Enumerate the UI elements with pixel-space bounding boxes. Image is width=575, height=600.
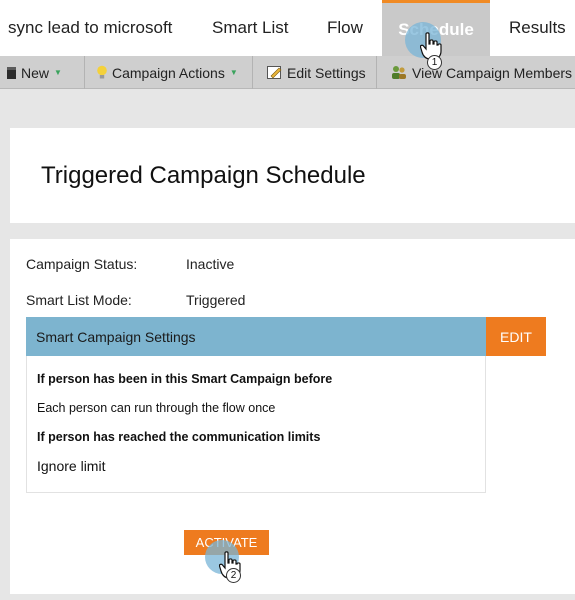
step-badge-1: 1 [427,55,442,70]
toolbar-divider [376,56,377,89]
campaign-actions-button[interactable]: Campaign Actions ▼ [96,56,238,89]
campaign-actions-caret-icon: ▼ [229,68,238,77]
tab-flow[interactable]: Flow [327,0,363,56]
page-title: Triggered Campaign Schedule [41,161,366,189]
smart-list-mode-label: Smart List Mode: [26,292,132,308]
qualification-rule-heading: If person has been in this Smart Campaig… [37,372,333,386]
step-badge-2: 2 [226,568,241,583]
qualification-rule-value: Each person can run through the flow onc… [37,401,276,415]
new-label: New [21,64,50,81]
communication-limit-value: Ignore limit [37,458,106,474]
new-menu-button[interactable]: New ▼ [6,56,62,89]
toolbar-divider [252,56,253,89]
smart-list-mode-value: Triggered [186,292,246,308]
tab-smart-list[interactable]: Smart List [212,0,289,56]
toolbar-divider [84,56,85,89]
new-icon [6,66,17,80]
edit-settings-button[interactable]: Edit Settings [267,56,366,89]
cursor-step-1: 1 [405,22,455,77]
smart-campaign-settings-body: If person has been in this Smart Campaig… [26,356,486,493]
smart-list-mode-row: Smart List Mode: Triggered [10,292,575,310]
campaign-status-value: Inactive [186,256,235,272]
smart-campaign-settings-header: Smart Campaign Settings [26,317,486,356]
new-caret-icon: ▼ [54,68,62,77]
toolbar: New ▼ Campaign Actions ▼ Edit Settings V… [0,56,575,89]
campaign-status-label: Campaign Status: [26,256,138,272]
tab-campaign-name[interactable]: sync lead to microsoft [8,0,172,56]
campaign-status-row: Campaign Status: Inactive [10,256,575,274]
communication-limit-heading: If person has reached the communication … [37,430,321,444]
lightbulb-icon [96,65,108,80]
schedule-details-panel: Campaign Status: Inactive Smart List Mod… [10,239,575,594]
tab-bar: sync lead to microsoft Smart List Flow S… [0,0,575,56]
edit-settings-label: Edit Settings [287,64,366,81]
tab-results[interactable]: Results [509,0,566,56]
cursor-step-2: 2 [205,540,255,595]
edit-button[interactable]: EDIT [486,317,546,356]
title-panel: Triggered Campaign Schedule [10,128,575,223]
edit-pencil-icon [267,65,283,80]
campaign-actions-label: Campaign Actions [112,64,225,81]
